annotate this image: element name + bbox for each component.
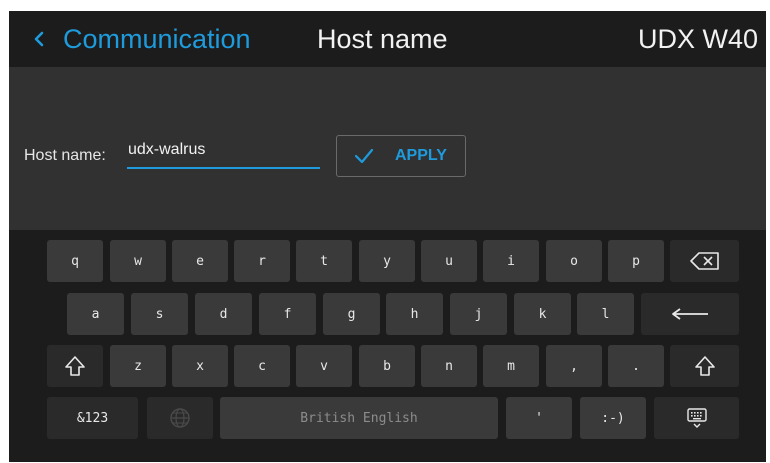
key-y[interactable]: y [359,240,415,282]
key-v[interactable]: v [296,345,352,387]
apply-button[interactable]: APPLY [336,135,466,177]
key-o[interactable]: o [546,240,602,282]
host-name-label: Host name: [24,147,106,164]
shift-key-left[interactable] [47,345,103,387]
shift-key-right[interactable] [670,345,739,387]
key-p[interactable]: p [608,240,664,282]
enter-key[interactable] [641,293,739,335]
key-l[interactable]: l [577,293,634,335]
key-w[interactable]: w [110,240,166,282]
globe-icon [169,407,191,429]
keyboard-hide-icon [685,406,709,430]
key-comma[interactable]: , [546,345,602,387]
back-button[interactable]: Communication [29,21,251,57]
key-period[interactable]: . [608,345,664,387]
key-d[interactable]: d [195,293,252,335]
on-screen-keyboard: q w e r t y u i o p a s d f g h j k l z … [9,230,766,462]
symbols-key[interactable]: &123 [47,397,138,439]
hide-keyboard-key[interactable] [654,397,739,439]
apostrophe-key[interactable]: ' [506,397,572,439]
key-n[interactable]: n [421,345,477,387]
enter-icon [670,307,710,321]
key-g[interactable]: g [323,293,380,335]
shift-icon [64,355,86,377]
key-u[interactable]: u [421,240,477,282]
key-b[interactable]: b [359,345,415,387]
page-title: Host name [317,24,448,54]
key-q[interactable]: q [47,240,103,282]
space-key[interactable]: British English [220,397,498,439]
host-name-input[interactable] [127,139,320,169]
smiley-key[interactable]: :-) [580,397,646,439]
key-f[interactable]: f [259,293,316,335]
backspace-key[interactable] [670,240,739,282]
key-m[interactable]: m [483,345,539,387]
backspace-icon [689,252,720,270]
host-name-screen: Communication Host name UDX W40 Host nam… [9,11,766,462]
key-s[interactable]: s [131,293,188,335]
chevron-left-icon [29,29,49,49]
key-x[interactable]: x [172,345,228,387]
header-bar: Communication Host name UDX W40 [9,11,766,67]
apply-label: APPLY [395,147,447,164]
shift-icon [694,355,716,377]
check-icon [354,148,374,164]
key-a[interactable]: a [67,293,124,335]
key-z[interactable]: z [110,345,166,387]
key-t[interactable]: t [296,240,352,282]
key-j[interactable]: j [450,293,507,335]
key-e[interactable]: e [172,240,228,282]
device-name: UDX W40 [637,24,758,54]
back-label: Communication [63,23,251,54]
key-h[interactable]: h [386,293,443,335]
key-k[interactable]: k [514,293,571,335]
key-r[interactable]: r [234,240,290,282]
key-i[interactable]: i [483,240,539,282]
key-c[interactable]: c [234,345,290,387]
language-key[interactable] [147,397,213,439]
